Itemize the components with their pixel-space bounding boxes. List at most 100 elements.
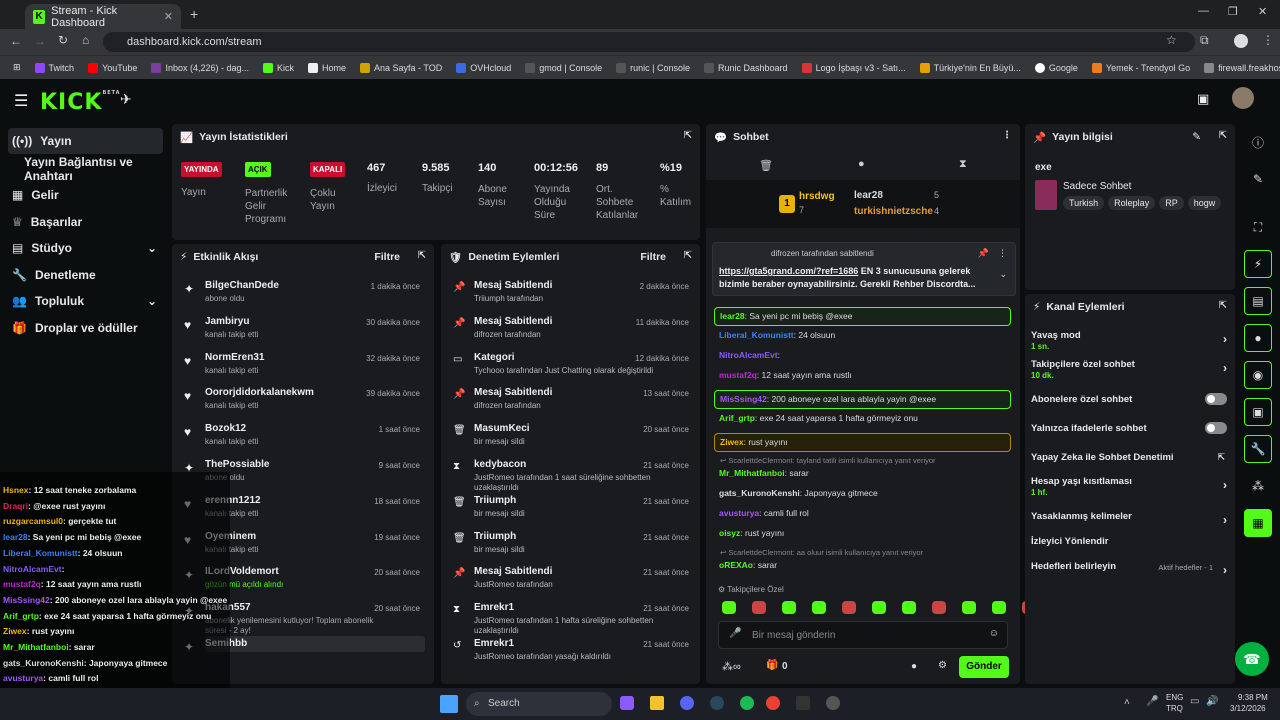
emote-icon[interactable]: [992, 601, 1006, 614]
mic-icon[interactable]: 🎤: [729, 628, 741, 639]
moderation-item[interactable]: 🗑 Triiumph bir mesajı sildi 21 saat önce: [441, 529, 700, 565]
obs-icon[interactable]: [826, 696, 840, 710]
edit-icon[interactable]: ✎: [1244, 165, 1272, 193]
moderation-item[interactable]: 📌 Mesaj Sabitlendi difrozen tarafından 11 d…: [441, 314, 700, 350]
taskbar-search[interactable]: ⌕ Search: [466, 692, 612, 716]
chat-input[interactable]: 🎤 Bir mesaj gönderin ☺: [718, 621, 1008, 649]
bookmark[interactable]: Yemek - Trendyol Go: [1085, 62, 1197, 73]
nav-moderation[interactable]: 🔧 Denetleme: [8, 262, 163, 288]
chat-username[interactable]: Liberal_Komunistt: [719, 330, 794, 340]
bookmark[interactable]: firewall.freakhosting...: [1197, 62, 1280, 73]
network-icon[interactable]: ▭: [1190, 696, 1199, 707]
emote-icon[interactable]: [932, 601, 946, 614]
tag[interactable]: RP: [1159, 196, 1184, 210]
toggle-switch[interactable]: [1205, 393, 1227, 405]
chat-username[interactable]: oisyz: [719, 528, 740, 538]
bookmark[interactable]: gmod | Console: [518, 62, 609, 73]
keyboard-indicator[interactable]: TRQ: [1166, 704, 1183, 713]
nav-achievements[interactable]: ♕ Başarılar: [8, 209, 163, 235]
language-indicator[interactable]: ENG: [1166, 693, 1183, 702]
info-icon[interactable]: ⓘ: [1244, 128, 1272, 156]
browser-tab[interactable]: K Stream - Kick Dashboard ✕: [25, 4, 181, 29]
support-button[interactable]: ☎: [1235, 642, 1269, 676]
emote-icon[interactable]: [722, 601, 736, 614]
chat-username[interactable]: Ziwex: [720, 437, 744, 447]
chat-message[interactable]: NitroAlcamEvt:: [714, 350, 1011, 360]
moderation-item[interactable]: ⧗ kedybacon JustRomeo tarafından 1 saat sü…: [441, 457, 700, 493]
reload-icon[interactable]: ↻: [58, 33, 68, 47]
activity-user[interactable]: ThePossiable: [205, 459, 269, 470]
broadcast-icon[interactable]: ◉: [1244, 361, 1272, 389]
emote-icon[interactable]: [782, 601, 796, 614]
copilot-icon[interactable]: [620, 696, 634, 710]
bookmark-star-icon[interactable]: ☆: [1166, 33, 1177, 47]
chat-username[interactable]: Arif_grtp: [719, 413, 755, 423]
clock-time[interactable]: 9:38 PM: [1238, 693, 1268, 702]
apps-icon[interactable]: ⊞: [6, 62, 28, 73]
kicks-icon[interactable]: ⁂: [1244, 472, 1272, 500]
camera-icon[interactable]: ▣: [1197, 91, 1209, 107]
activity-user[interactable]: Bozok12: [205, 423, 246, 434]
emote-icon[interactable]: [902, 601, 916, 614]
activity-item[interactable]: ♥ Oororjdidorkalanekwm kanalı takip etti 39…: [172, 385, 432, 421]
kick-logo[interactable]: KICKBETA: [40, 90, 121, 115]
emote-icon[interactable]: [872, 601, 886, 614]
steam-icon[interactable]: [710, 696, 724, 710]
tag[interactable]: hogw: [1187, 196, 1222, 210]
url-input[interactable]: dashboard.kick.com/stream: [103, 32, 1195, 52]
chat-settings-icon[interactable]: ●: [911, 661, 917, 672]
windows-start-icon[interactable]: [440, 695, 458, 713]
edit-icon[interactable]: ✎: [1192, 131, 1201, 143]
channel-action-row[interactable]: Yasaklanmış kelimeler ›: [1031, 511, 1227, 527]
spotify-icon[interactable]: [740, 696, 754, 710]
nav-stream[interactable]: ((•)) Yayın: [8, 128, 163, 154]
hamburger-menu-icon[interactable]: ☰: [14, 91, 28, 111]
channel-action-row[interactable]: İzleyici Yönlendir: [1031, 536, 1227, 547]
popout-icon[interactable]: ⇱: [684, 130, 692, 141]
bookmark[interactable]: Kick: [256, 62, 301, 73]
bookmark[interactable]: Home: [301, 62, 353, 73]
channel-action-row[interactable]: Abonelere özel sohbet: [1031, 393, 1227, 405]
chat-message[interactable]: mustaf2q: 12 saat yayın ama rustlı: [714, 370, 1011, 380]
emote-icon[interactable]: [752, 601, 766, 614]
discord-icon[interactable]: [680, 696, 694, 710]
bookmark[interactable]: Google: [1028, 62, 1085, 73]
chat-bubble-icon[interactable]: ●: [858, 158, 865, 170]
channel-action-row[interactable]: Takipçilere özel sohbet 10 dk. ›: [1031, 359, 1227, 380]
volume-icon[interactable]: 🔊: [1206, 696, 1218, 707]
chat-message[interactable]: lear28: Sa yeni pc mi bebiş @exee: [714, 307, 1011, 326]
emote-icon[interactable]: [962, 601, 976, 614]
avatar[interactable]: [1232, 87, 1254, 109]
filter-button[interactable]: Filtre: [640, 251, 666, 263]
chat-username[interactable]: oREXAo: [719, 560, 753, 570]
chat-message[interactable]: Ziwex: rust yayını: [714, 433, 1011, 452]
bookmark[interactable]: OVHcloud: [449, 62, 518, 73]
extensions-icon[interactable]: ⧉: [1200, 33, 1209, 48]
chat-message[interactable]: oisyz: rust yayını: [714, 528, 1011, 538]
activity-user[interactable]: NormEren31: [205, 352, 264, 363]
popout-icon[interactable]: ⇱: [418, 250, 426, 261]
moderation-item[interactable]: 🗑 Triiumph bir mesajı sildi 21 saat önce: [441, 493, 700, 529]
activity-item[interactable]: ♥ Jambiryu kanalı takip etti 30 dakika önce: [172, 314, 432, 350]
moderation-item[interactable]: 📌 Mesaj Sabitlendi Triiumph tarafından 2 da…: [441, 278, 700, 314]
activity-user[interactable]: Jambiryu: [205, 316, 249, 327]
emote-icon[interactable]: [812, 601, 826, 614]
new-tab-icon[interactable]: +: [190, 6, 198, 22]
menu-icon[interactable]: ⋮: [1262, 33, 1274, 47]
chat-message[interactable]: oREXAo: sarar: [714, 560, 1011, 570]
bolt-icon[interactable]: ⚡: [1244, 250, 1272, 278]
bookmark[interactable]: Türkiye'nin En Büyü...: [913, 62, 1028, 73]
kicks-icon[interactable]: ⁂∞: [722, 660, 741, 673]
chat-username[interactable]: gats_KuronoKenshi: [719, 488, 800, 498]
chat-message[interactable]: MisSsing42: 200 aboneye ozel lara ablayl…: [714, 390, 1011, 409]
bookmark[interactable]: Runic Dashboard: [697, 62, 795, 73]
channel-action-row[interactable]: Hedefleri belirleyin › Aktif hedefler - 1: [1031, 561, 1227, 577]
chat-username[interactable]: avusturya: [719, 508, 759, 518]
pin-icon[interactable]: 📌: [978, 248, 989, 259]
chat-username[interactable]: Mr_Mithatfanboi: [719, 468, 785, 478]
bookmark[interactable]: runic | Console: [609, 62, 697, 73]
more-icon[interactable]: ⋮: [998, 248, 1007, 259]
pinned-link[interactable]: https://gta5grand.com/?ref=1686: [719, 266, 858, 276]
moderation-item[interactable]: ↺ Emrekr1 JustRomeo tarafından yasağı kald…: [441, 636, 700, 672]
tag[interactable]: Roleplay: [1108, 196, 1156, 210]
